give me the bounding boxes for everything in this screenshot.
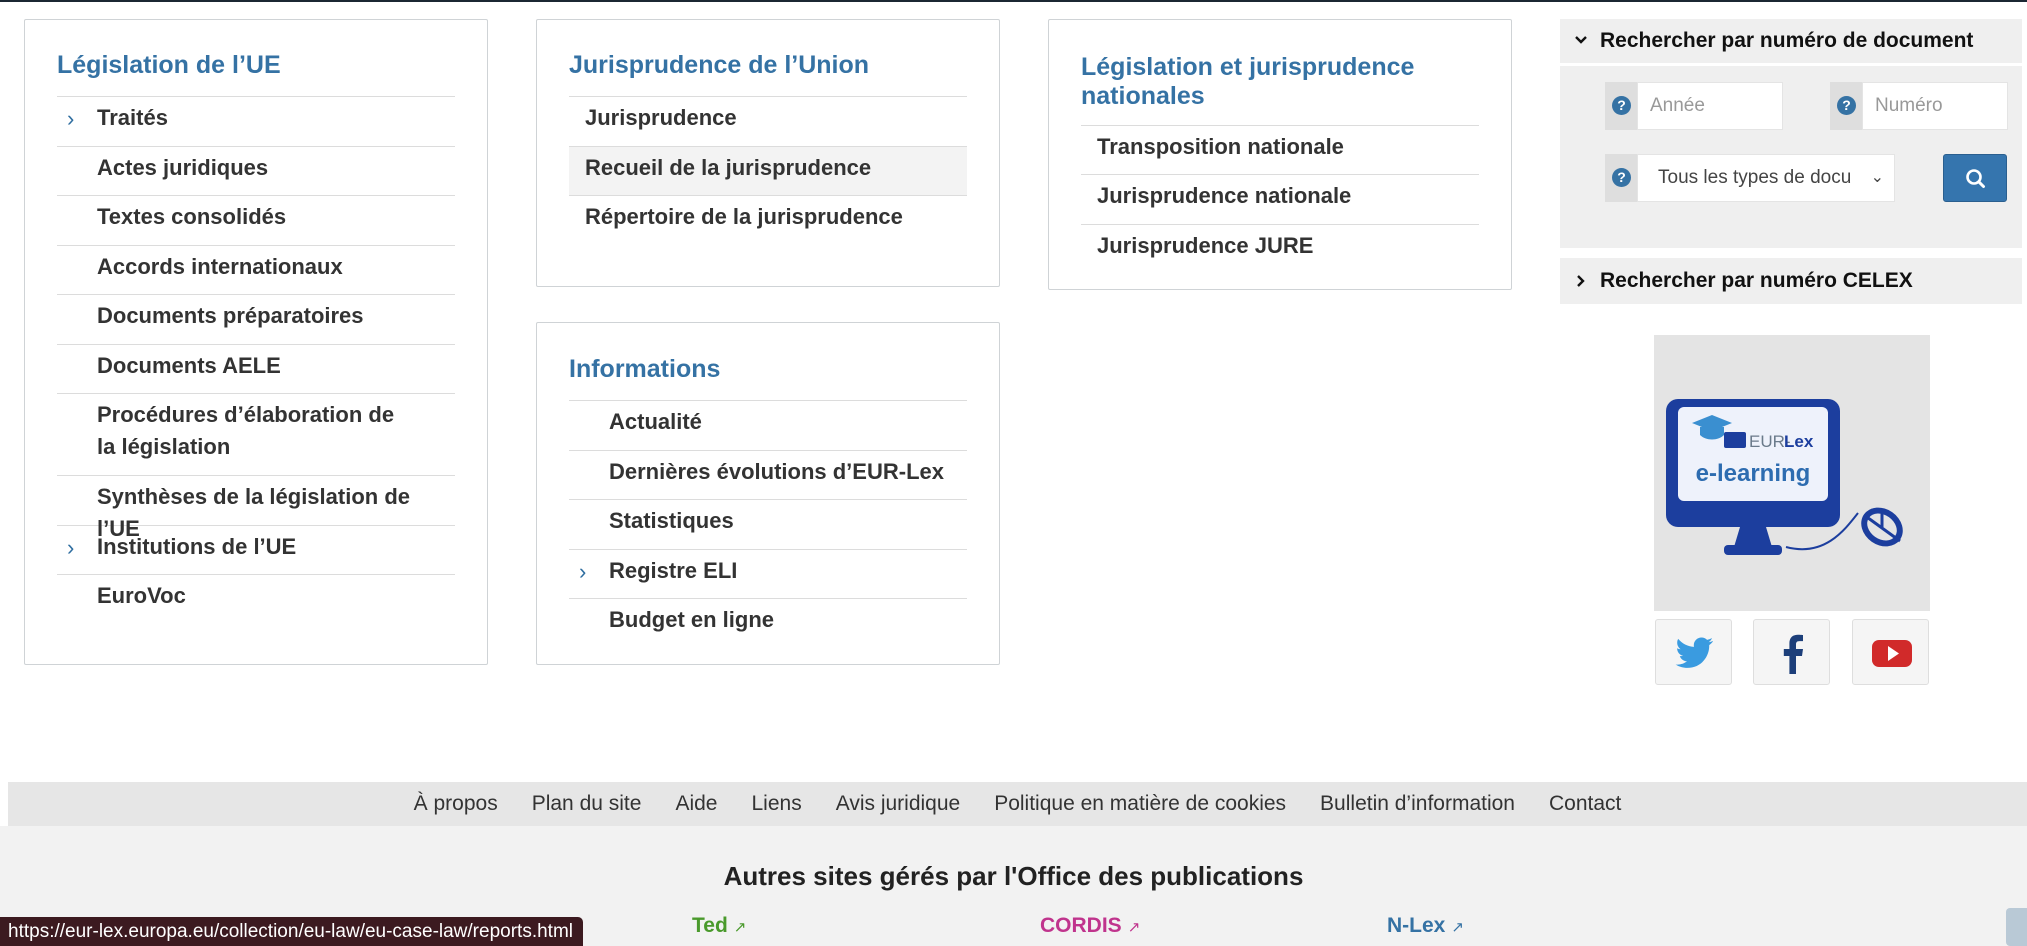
elearning-monitor-illustration: EUR- Lex e-learning: [1666, 399, 1903, 555]
question-icon: ?: [1612, 96, 1631, 115]
menu-item-institutions[interactable]: › Institutions de l’UE: [57, 526, 455, 575]
menu-item-textes-consolides[interactable]: Textes consolidés: [57, 196, 455, 246]
top-border: [0, 0, 2027, 2]
year-help-button[interactable]: ?: [1605, 82, 1637, 130]
legislation-panel: Législation de l’UE › Traités Actes jurid…: [24, 19, 488, 665]
external-link-icon: ↗: [1127, 919, 1141, 936]
caselaw-panel: Jurisprudence de l’Union Jurisprudence R…: [536, 19, 1000, 287]
chevron-right-icon: [1574, 258, 1588, 323]
caselaw-title: Jurisprudence de l’Union: [569, 51, 870, 79]
year-input[interactable]: Année: [1637, 82, 1783, 130]
menu-item-procedures[interactable]: Procédures d’élaboration de la législati…: [57, 394, 455, 476]
chevron-right-icon: ›: [67, 106, 75, 131]
search-doc-accordion-header[interactable]: Rechercher par numéro de document: [1560, 19, 2022, 63]
menu-item-dernieres-evolutions[interactable]: Dernières évolutions d’EUR-Lex: [569, 451, 967, 500]
site-link-cordis[interactable]: CORDIS ↗: [1040, 913, 1140, 941]
svg-text:Lex: Lex: [1784, 432, 1814, 451]
footer-link-avis-juridique[interactable]: Avis juridique: [836, 782, 961, 826]
menu-item-recueil[interactable]: Recueil de la jurisprudence: [569, 147, 967, 196]
facebook-button[interactable]: [1753, 619, 1830, 685]
twitter-button[interactable]: [1655, 619, 1732, 685]
document-type-select[interactable]: Tous les types de docu ⌄: [1637, 154, 1895, 202]
external-link-icon: ↗: [1451, 919, 1464, 936]
back-to-top-button[interactable]: [2006, 908, 2027, 946]
national-title: Législation et jurisprudence nationales: [1081, 53, 1415, 110]
type-help-button[interactable]: ?: [1605, 154, 1637, 202]
national-panel: Législation et jurisprudence nationales …: [1048, 19, 1512, 290]
number-input[interactable]: Numéro: [1862, 82, 2008, 130]
info-panel: Informations Actualité Dernières évoluti…: [536, 322, 1000, 665]
search-submit-button[interactable]: [1943, 154, 2007, 202]
footer-link-apropos[interactable]: À propos: [414, 782, 498, 826]
menu-item-actualite[interactable]: Actualité: [569, 401, 967, 451]
twitter-icon: [1675, 637, 1713, 668]
menu-item-documents-preparatoires[interactable]: Documents préparatoires: [57, 295, 455, 345]
chevron-right-icon: ›: [579, 559, 587, 584]
menu-item-eurovoc[interactable]: EuroVoc: [57, 575, 455, 625]
menu-item-traites[interactable]: › Traités: [57, 97, 455, 147]
menu-item-jurisprudence-jure[interactable]: Jurisprudence JURE: [1081, 225, 1479, 274]
site-link-nlex[interactable]: N-Lex ↗: [1387, 913, 1464, 941]
site-link-ted[interactable]: Ted ↗: [692, 913, 746, 941]
menu-item-repertoire[interactable]: Répertoire de la jurisprudence: [569, 196, 967, 246]
search-celex-accordion-header[interactable]: Rechercher par numéro CELEX: [1560, 258, 2022, 304]
elearning-label: e-learning: [1696, 460, 1811, 487]
footer-link-aide[interactable]: Aide: [675, 782, 717, 826]
menu-item-documents-aele[interactable]: Documents AELE: [57, 345, 455, 394]
info-title: Informations: [569, 355, 721, 383]
menu-item-transposition[interactable]: Transposition nationale: [1081, 126, 1479, 175]
chevron-down-icon: ⌄: [1870, 169, 1884, 186]
footer-link-liens[interactable]: Liens: [751, 782, 801, 826]
menu-item-syntheses[interactable]: Synthèses de la législation de l’UE: [57, 476, 455, 541]
info-menu: Actualité Dernières évolutions d’EUR-Lex…: [569, 400, 967, 649]
youtube-icon: [1872, 640, 1912, 667]
footer-link-contact[interactable]: Contact: [1549, 782, 1621, 826]
menu-item-registre-eli[interactable]: › Registre ELI: [569, 550, 967, 599]
menu-item-jurisprudence-nationale[interactable]: Jurisprudence nationale: [1081, 175, 1479, 225]
search-icon: [1966, 169, 1985, 188]
footer-links-bar: À propos Plan du site Aide Liens Avis juridi…: [8, 782, 2027, 826]
national-menu: Transposition nationale Jurisprudence na…: [1081, 125, 1479, 274]
menu-item-jurisprudence[interactable]: Jurisprudence: [569, 97, 967, 147]
menu-item-budget[interactable]: Budget en ligne: [569, 599, 967, 649]
footer-link-cookies[interactable]: Politique en matière de cookies: [994, 782, 1286, 826]
browser-status-url: https://eur-lex.europa.eu/collection/eu-…: [0, 917, 583, 946]
number-help-button[interactable]: ?: [1830, 82, 1862, 130]
external-link-icon: ↗: [733, 919, 747, 936]
menu-item-accords-internationaux[interactable]: Accords internationaux: [57, 246, 455, 295]
elearning-banner[interactable]: EUR- Lex e-learning: [1654, 335, 1930, 611]
legislation-menu: › Traités Actes juridiques Textes consoli…: [57, 96, 455, 625]
caselaw-menu: Jurisprudence Recueil de la jurisprudenc…: [569, 96, 967, 246]
chevron-right-icon: ›: [67, 535, 75, 560]
other-sites-title: Autres sites gérés par l'Office des publ…: [723, 861, 1304, 891]
menu-item-statistiques[interactable]: Statistiques: [569, 500, 967, 550]
youtube-button[interactable]: [1852, 619, 1929, 685]
legislation-title: Législation de l’UE: [57, 51, 281, 79]
menu-item-actes-juridiques[interactable]: Actes juridiques: [57, 147, 455, 196]
footer-link-plan-du-site[interactable]: Plan du site: [532, 782, 642, 826]
question-icon: ?: [1837, 96, 1856, 115]
question-icon: ?: [1612, 168, 1631, 187]
facebook-icon: [1783, 634, 1803, 674]
footer-link-bulletin[interactable]: Bulletin d’information: [1320, 782, 1515, 826]
